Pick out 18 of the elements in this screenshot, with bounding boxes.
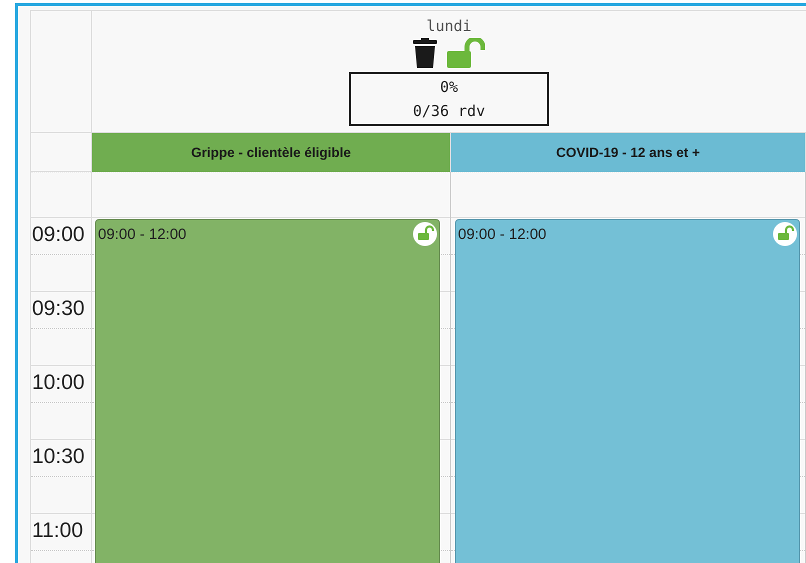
time-label: 10:30 (32, 445, 85, 469)
event-block[interactable]: 09:00 - 12:00 (95, 219, 440, 563)
day-label: lundi (426, 17, 472, 35)
open-padlock-icon[interactable] (773, 222, 797, 246)
time-label: 11:00 (32, 519, 83, 543)
open-padlock-icon[interactable] (447, 38, 485, 68)
trash-icon[interactable] (413, 38, 437, 68)
event-time: 09:00 - 12:00 (98, 226, 186, 243)
percent-text: 0% (440, 77, 458, 98)
time-label: 09:00 (32, 223, 85, 247)
time-label: 10:00 (32, 371, 85, 395)
open-padlock-icon[interactable] (413, 222, 437, 246)
event-time: 09:00 - 12:00 (458, 226, 546, 243)
time-label: 09:30 (32, 297, 85, 321)
event-block[interactable]: 09:00 - 12:00 (455, 219, 800, 563)
appointment-count: 0/36 rdv (412, 101, 486, 122)
column-header: Grippe - clientèle éligible (92, 133, 451, 172)
column-header: COVID-19 - 12 ans et + (451, 133, 806, 172)
